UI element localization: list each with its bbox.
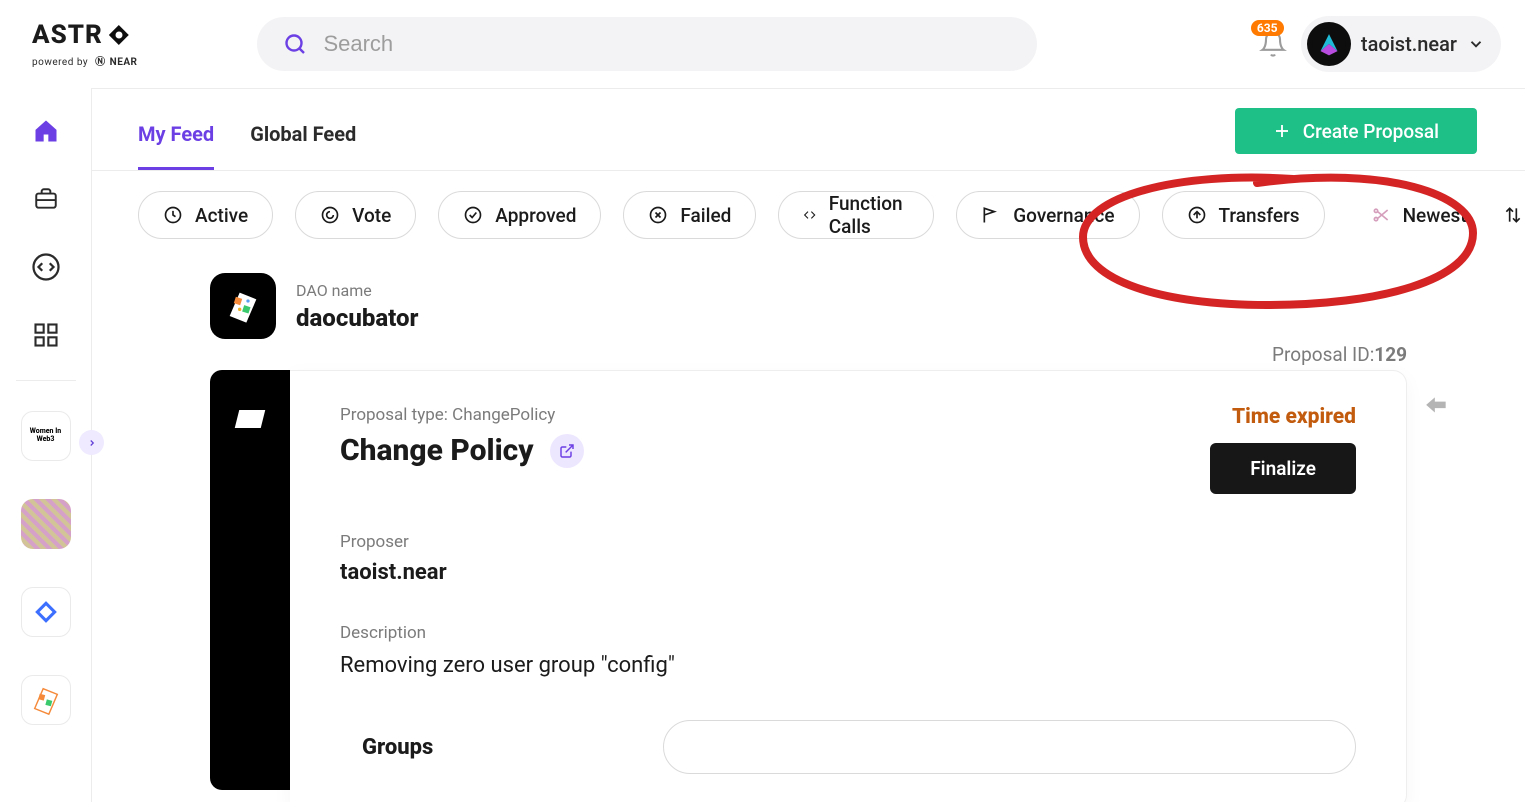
grid-icon — [32, 321, 60, 349]
filter-transfers[interactable]: Transfers — [1162, 191, 1325, 239]
proposal-type: Proposal type: ChangePolicy — [340, 405, 584, 425]
dao-avatar — [210, 273, 276, 339]
create-proposal-button[interactable]: Create Proposal — [1235, 108, 1477, 154]
sort-toggle-button[interactable] — [1503, 205, 1523, 225]
rail-separator — [16, 380, 76, 381]
flag-color-icon — [29, 683, 63, 717]
sidebar-dao-daocubator[interactable] — [21, 675, 71, 725]
tab-global-feed[interactable]: Global Feed — [250, 122, 356, 170]
search-icon — [283, 32, 307, 56]
dao-header: DAO name daocubator — [210, 273, 1407, 339]
code-icon — [803, 205, 816, 225]
groups-label: Groups — [362, 735, 433, 760]
home-icon — [32, 117, 60, 145]
groups-box — [663, 720, 1356, 774]
sidebar-dao-item[interactable] — [21, 499, 71, 549]
flag-icon — [981, 205, 1001, 225]
app-header: ASTR powered by ⓃNEAR 635 — [0, 0, 1525, 88]
user-menu[interactable]: taoist.near — [1301, 16, 1501, 72]
proposal-title: Change Policy — [340, 433, 534, 468]
plus-icon — [1273, 122, 1291, 140]
sidebar-item-developer[interactable] — [31, 252, 61, 282]
sidebar-dao-astro[interactable] — [21, 587, 71, 637]
sidebar-item-home[interactable] — [31, 116, 61, 146]
filter-vote[interactable]: Vote — [295, 191, 416, 239]
search-input[interactable] — [323, 31, 1011, 57]
status-label: Time expired — [1210, 405, 1356, 429]
reply-icon — [1424, 393, 1450, 419]
avatar-icon — [1312, 27, 1346, 61]
tab-my-feed[interactable]: My Feed — [138, 122, 214, 170]
avatar — [1307, 22, 1351, 66]
feed-tab-bar: My Feed Global Feed Create Proposal — [92, 89, 1525, 171]
open-link-button[interactable] — [550, 434, 584, 468]
user-name: taoist.near — [1361, 32, 1457, 56]
briefcase-icon — [32, 186, 60, 212]
sidebar-rail: Women In Web3 — [0, 88, 92, 802]
logo-block: ASTR powered by ⓃNEAR — [32, 20, 137, 68]
clock-icon — [163, 205, 183, 225]
astro-diamond-icon — [33, 599, 59, 625]
proposal-id: Proposal ID:129 — [210, 343, 1407, 366]
upload-icon — [1187, 205, 1207, 225]
x-circle-icon — [648, 205, 668, 225]
scissors-icon — [1371, 205, 1391, 225]
check-circle-icon — [463, 205, 483, 225]
code-circle-icon — [31, 252, 61, 282]
flag-color-icon — [223, 286, 263, 326]
sort-newest[interactable]: Newest — [1347, 191, 1477, 239]
logo-icon — [109, 25, 129, 45]
description-value: Removing zero user group "config" — [340, 653, 1356, 678]
description-label: Description — [340, 623, 1356, 643]
proposer-label: Proposer — [340, 532, 1356, 552]
dao-label: DAO name — [296, 281, 418, 300]
filter-active[interactable]: Active — [138, 191, 273, 239]
search-bar[interactable] — [257, 17, 1037, 71]
notifications-button[interactable]: 635 — [1259, 30, 1287, 58]
filter-function-calls[interactable]: Function Calls — [778, 191, 934, 239]
finalize-button[interactable]: Finalize — [1210, 443, 1356, 494]
external-link-icon — [559, 443, 575, 459]
proposer-value: taoist.near — [340, 560, 1356, 585]
filter-failed[interactable]: Failed — [623, 191, 756, 239]
sidebar-dao-women-in-web3[interactable]: Women In Web3 — [21, 411, 71, 461]
dao-name: daocubator — [296, 304, 418, 332]
filter-approved[interactable]: Approved — [438, 191, 601, 239]
flag-icon — [235, 410, 265, 428]
filter-governance[interactable]: Governance — [956, 191, 1139, 239]
card-side-banner — [210, 370, 290, 790]
main-content: My Feed Global Feed Create Proposal Acti… — [92, 88, 1525, 802]
sidebar-item-apps[interactable] — [31, 320, 61, 350]
sort-icon — [1503, 205, 1523, 225]
sidebar-item-treasury[interactable] — [31, 184, 61, 214]
filter-bar: Active Vote Approved Failed Function Cal… — [92, 171, 1525, 239]
logo-text: ASTR — [32, 20, 103, 50]
logo-subtitle: powered by ⓃNEAR — [32, 53, 137, 68]
chevron-down-icon — [1467, 35, 1485, 53]
refresh-icon — [320, 205, 340, 225]
share-button[interactable] — [1424, 393, 1450, 419]
proposal-card: Proposal type: ChangePolicy Change Polic… — [290, 370, 1407, 802]
notification-count-badge: 635 — [1251, 20, 1284, 36]
